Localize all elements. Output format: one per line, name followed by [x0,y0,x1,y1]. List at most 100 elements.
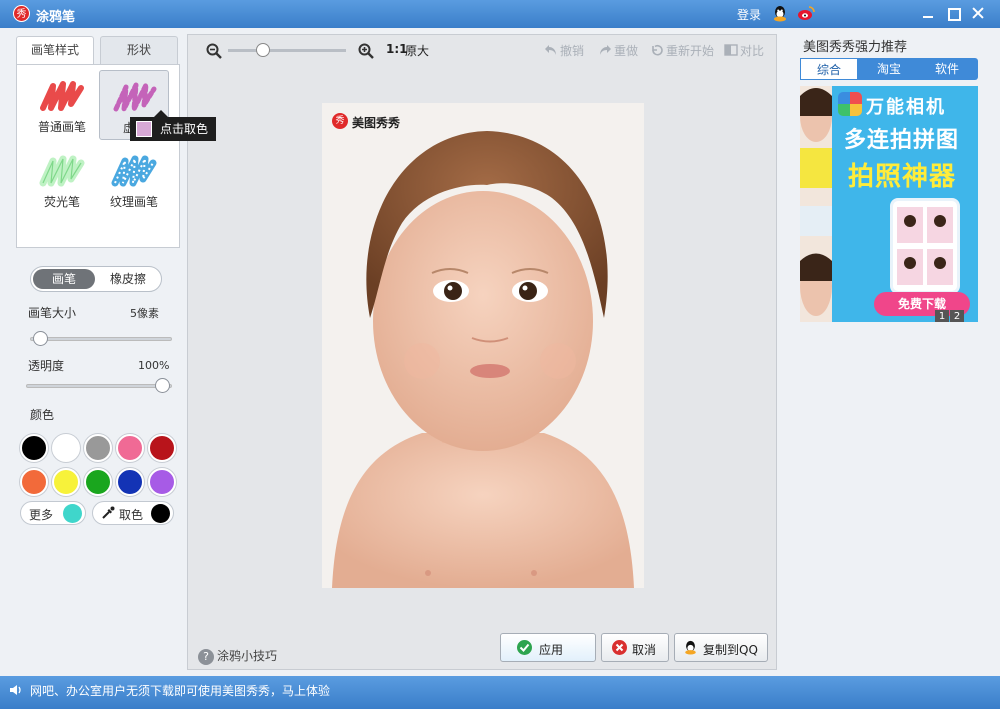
apply-button[interactable]: 应用 [500,633,596,662]
tooltip-text: 点击取色 [160,122,209,136]
color-swatch[interactable] [52,434,80,462]
brush-normal-icon [40,81,84,111]
pick-color-tooltip: 点击取色 [130,110,216,141]
redo-icon [600,45,611,55]
help-icon: ? [198,649,214,665]
ad-line2: 拍照神器 [848,162,957,192]
ad-side-image [800,88,832,316]
restart-button[interactable]: 重新开始 [650,42,714,59]
tab-taobao[interactable]: 淘宝 [860,58,918,80]
brush-size-value: 5像素 [130,307,159,320]
pick-color-button[interactable]: 取色 [92,501,174,525]
weibo-icon[interactable] [797,5,815,22]
window-title: 涂鸦笔 [36,10,76,25]
undo-icon [545,45,556,55]
login-link[interactable]: 登录 [737,6,761,23]
status-message[interactable]: 网吧、办公室用户无须下载即可使用美图秀秀，马上体验 [30,682,330,699]
watermark-text: 美图秀秀 [352,116,401,130]
mode-eraser-button[interactable]: 橡皮擦 [97,269,159,289]
minimize-button[interactable] [920,5,936,21]
tab-brush-style[interactable]: 画笔样式 [16,36,94,66]
brush-size-knob[interactable] [33,331,48,346]
camera-app-logo [838,92,862,116]
brush-normal[interactable]: 普通画笔 [27,70,97,140]
redo-button[interactable]: 重做 [598,42,638,59]
ad-side-strip [800,86,832,322]
opacity-value: 100% [138,359,170,372]
maximize-button[interactable] [945,5,961,21]
zoom-slider[interactable] [228,43,346,57]
ad-phone-image [890,198,960,294]
app-logo: 秀 [13,5,30,22]
ad-photo-grid [897,207,953,285]
apply-label: 应用 [539,643,564,657]
brush-grid: 普通画笔 虚线 荧光笔 纹理画笔 [16,64,180,248]
brush-dashed-icon [113,82,157,112]
doodle-window: 秀 涂鸦笔 登录 画笔样式 形状 普通画笔 荧光笔 纹理画笔 画笔 橡皮擦 画笔… [0,0,1000,709]
brush-size-label: 画笔大小 [28,306,77,320]
qq-icon[interactable] [772,5,788,22]
zoom-knob[interactable] [256,43,270,57]
left-tabs: 画笔样式 形状 [16,36,182,66]
tab-general[interactable]: 综合 [800,58,858,80]
cancel-icon [612,640,627,655]
close-button[interactable] [970,5,986,21]
color-swatch[interactable] [20,434,48,462]
ad-banner[interactable]: 万能相机 多连拍拼图 拍照神器 免费下载 123 [800,86,978,322]
canvas-toolbar: 1:1 原大 撤销 重做 重新开始 对比 [188,35,778,65]
pick-color-swatch [151,504,170,523]
tab-shape[interactable]: 形状 [100,36,178,64]
recommend-tabs: 综合 淘宝 软件 [800,58,978,80]
color-swatch[interactable] [84,434,112,462]
qq-penguin-icon [685,640,696,655]
undo-button[interactable]: 撤销 [544,42,584,59]
compare-label: 对比 [740,44,765,58]
ad-page-1[interactable]: 1 [935,310,949,322]
color-swatch[interactable] [148,468,176,496]
ad-line1: 多连拍拼图 [844,128,960,153]
status-bar: 网吧、办公室用户无须下载即可使用美图秀秀，马上体验 [0,676,1000,709]
opacity-label: 透明度 [28,359,65,373]
brush-eraser-toggle: 画笔 橡皮擦 [30,266,162,292]
brush-highlighter-label: 荧光笔 [43,195,80,209]
ad-page-2[interactable]: 2 [950,310,964,322]
brush-size-slider[interactable] [30,331,172,346]
doodle-tips-label: 涂鸦小技巧 [217,649,278,663]
mode-brush-button[interactable]: 画笔 [33,269,95,289]
color-swatch[interactable] [52,468,80,496]
ad-app-name: 万能相机 [866,97,946,118]
compare-button[interactable]: 对比 [724,42,764,59]
color-swatch[interactable] [148,434,176,462]
tab-software[interactable]: 软件 [918,58,976,80]
brush-highlighter[interactable]: 荧光笔 [27,145,97,215]
color-swatch[interactable] [84,468,112,496]
more-colors-label: 更多 [29,508,54,522]
tooltip-swatch [136,121,152,137]
check-icon [517,640,532,655]
color-swatch[interactable] [116,434,144,462]
zoom-in-icon[interactable] [358,43,374,59]
watermark-logo: 秀 [332,113,348,129]
cancel-button[interactable]: 取消 [601,633,669,662]
color-swatch[interactable] [20,468,48,496]
more-colors-swatch [63,504,82,523]
restart-label: 重新开始 [666,44,715,58]
color-label: 颜色 [30,408,55,422]
compare-icon [724,44,738,56]
doodle-tips-link[interactable]: ? 涂鸦小技巧 [198,647,277,665]
brush-texture-label: 纹理画笔 [109,195,158,209]
baby-photo[interactable]: 秀 美图秀秀 [322,103,644,588]
opacity-slider[interactable] [26,378,172,393]
opacity-knob[interactable] [155,378,170,393]
redo-label: 重做 [614,44,639,58]
zoom-out-icon[interactable] [206,43,222,59]
copy-to-qq-button[interactable]: 复制到QQ [674,633,768,662]
restart-icon [652,45,663,56]
eyedropper-icon [102,506,115,519]
undo-label: 撤销 [560,44,585,58]
original-size-label[interactable]: 原大 [405,42,429,59]
color-swatch[interactable] [116,468,144,496]
brush-texture[interactable]: 纹理画笔 [99,145,169,215]
cancel-label: 取消 [632,643,657,657]
more-colors-button[interactable]: 更多 [20,501,86,525]
